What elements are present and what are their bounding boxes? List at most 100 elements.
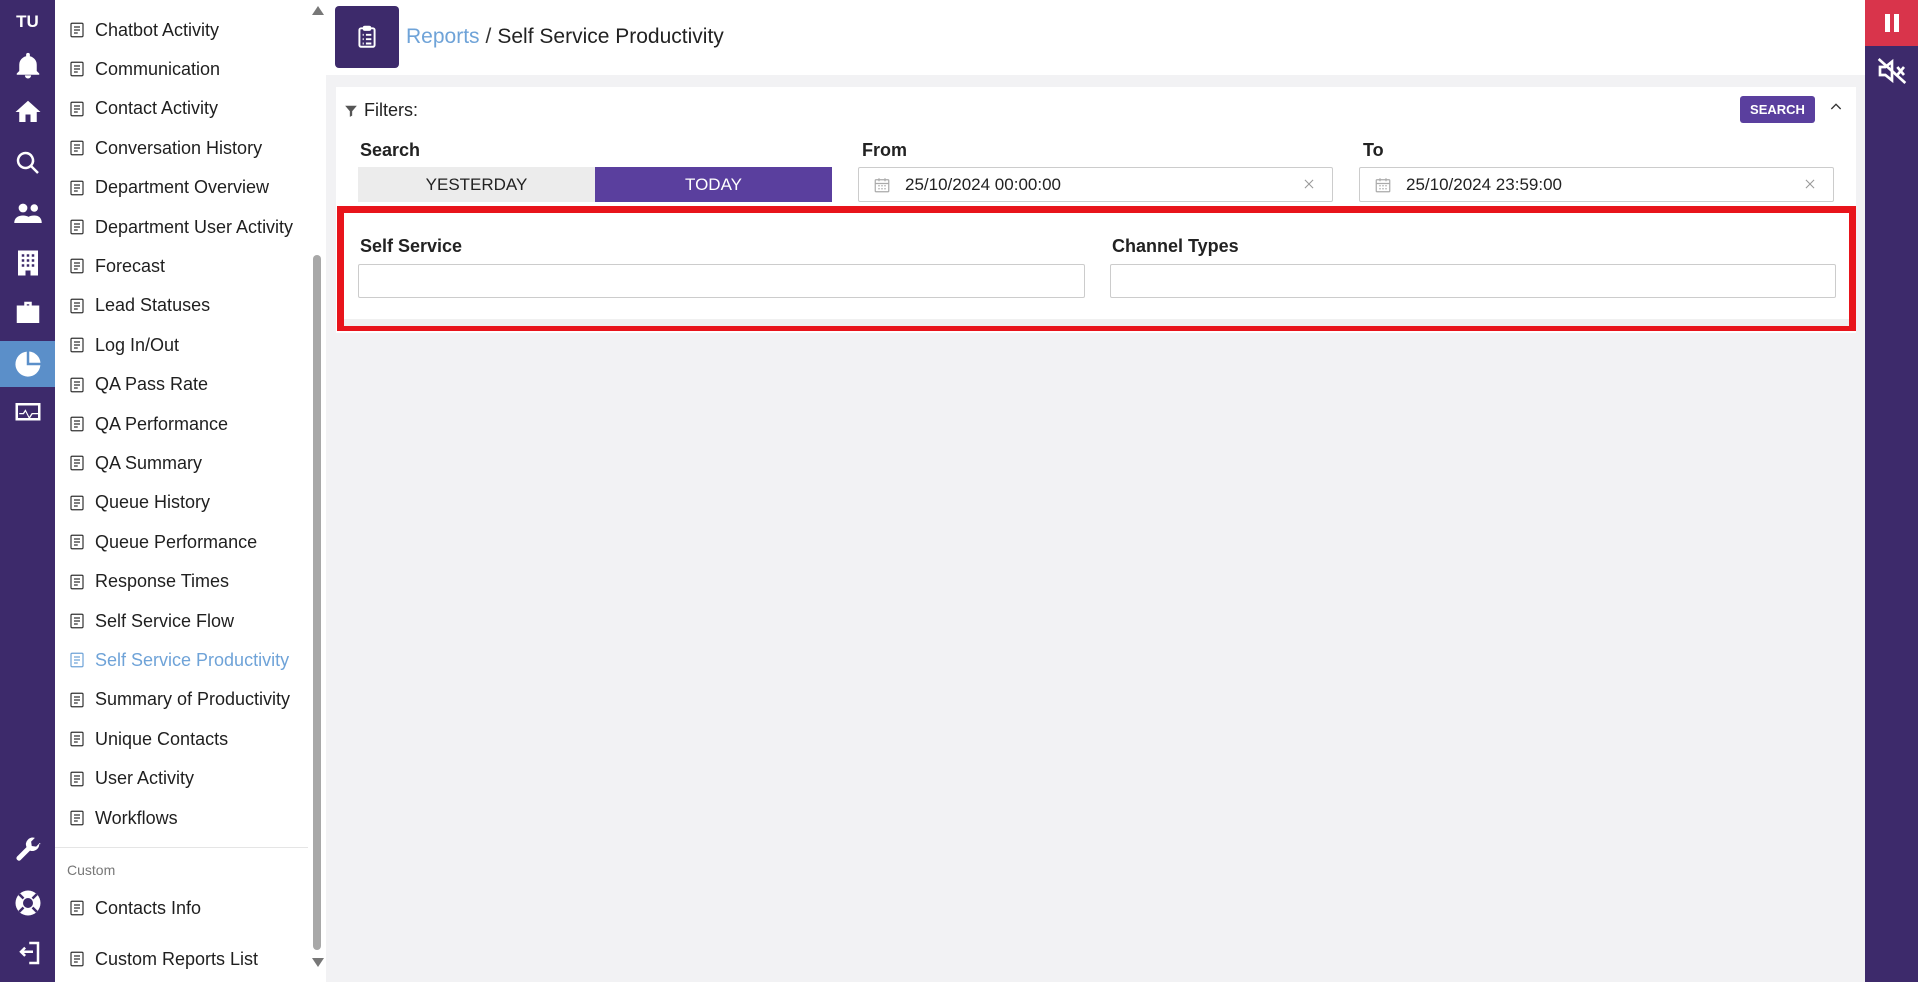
sidebar-item[interactable]: Unique Contacts	[55, 721, 308, 757]
sidebar-item-label: Workflows	[95, 807, 178, 828]
search-button[interactable]: SEARCH	[1740, 96, 1815, 123]
scroll-down-arrow-icon[interactable]	[312, 958, 324, 967]
sidebar-item-label: Lead Statuses	[95, 295, 211, 316]
sidebar-item[interactable]: Conversation History	[55, 130, 308, 166]
gauge-icon	[67, 532, 87, 552]
custom-section-label: Custom	[67, 862, 116, 878]
home-icon[interactable]	[0, 89, 55, 135]
mute-icon[interactable]	[1865, 48, 1918, 94]
sidebar-item-label: Contacts Info	[95, 897, 202, 918]
communication-icon	[67, 59, 87, 79]
building-icon[interactable]	[0, 240, 55, 286]
breadcrumb: Reports / Self Service Productivity	[406, 25, 724, 49]
sidebar-item-label: Custom Reports List	[95, 948, 259, 969]
sidebar-item-label: QA Summary	[95, 452, 203, 473]
yesterday-button[interactable]: YESTERDAY	[358, 167, 595, 202]
sidebar-item[interactable]: Queue Performance	[55, 524, 308, 560]
support-icon[interactable]	[0, 880, 55, 926]
to-date-field[interactable]: 25/10/2024 23:59:00	[1359, 167, 1834, 202]
search-icon[interactable]	[0, 140, 55, 186]
robot-desk-icon	[67, 650, 87, 670]
filter-icon	[345, 105, 357, 117]
sidebar-item-label: Conversation History	[95, 137, 263, 158]
self-service-label: Self Service	[360, 236, 463, 256]
clipboard-icon	[335, 6, 399, 68]
channel-types-label: Channel Types	[1112, 236, 1239, 256]
document-list-icon	[67, 453, 87, 473]
sidebar-item[interactable]: Log In/Out	[55, 327, 308, 363]
sidebar-item-label: User Activity	[95, 768, 195, 789]
self-service-select[interactable]	[358, 264, 1085, 298]
sidebar-item[interactable]: Department User Activity	[55, 209, 308, 245]
sidebar-item[interactable]: Department Overview	[55, 170, 308, 206]
sidebar-item[interactable]: Self Service Flow	[55, 603, 308, 639]
sidebar-item-label: QA Pass Rate	[95, 374, 209, 395]
sidebar-item[interactable]: Forecast	[55, 248, 308, 284]
contact-icon	[67, 99, 87, 119]
sidebar-item[interactable]: Self Service Productivity	[55, 642, 308, 678]
stopwatch-icon	[67, 572, 87, 592]
forecast-icon	[67, 256, 87, 276]
sidebar-item[interactable]: Contact Activity	[55, 91, 308, 127]
briefcase-icon[interactable]	[0, 290, 55, 336]
divider	[344, 319, 1849, 326]
sidebar-item[interactable]: Chatbot Activity	[55, 12, 308, 48]
sidebar-item-label: Response Times	[95, 571, 230, 592]
sigma-icon	[67, 20, 87, 40]
user-chart-icon	[67, 769, 87, 789]
sidebar-item[interactable]: QA Summary	[55, 445, 308, 481]
from-date-field[interactable]: 25/10/2024 00:00:00	[858, 167, 1333, 202]
wrench-icon[interactable]	[0, 828, 55, 874]
sidebar-scrollbar[interactable]	[308, 0, 326, 982]
logout-icon[interactable]	[0, 930, 55, 976]
sidebar-item[interactable]: Workflows	[55, 800, 308, 836]
user-initials[interactable]: TU	[0, 12, 55, 32]
to-date-value: 25/10/2024 23:59:00	[1406, 174, 1562, 194]
sidebar-item-label: Contact Activity	[95, 98, 219, 119]
channel-types-select[interactable]	[1110, 264, 1836, 298]
icon-rail: TU	[0, 0, 55, 982]
sidebar-item-label: Unique Contacts	[95, 728, 229, 749]
contact-card-icon	[67, 898, 87, 918]
sidebar-item[interactable]: Lead Statuses	[55, 288, 308, 324]
users-icon[interactable]	[0, 190, 55, 236]
sidebar-item-label: Chatbot Activity	[95, 19, 220, 40]
paper-plane-icon	[67, 808, 87, 828]
clear-from-icon[interactable]	[1302, 176, 1320, 194]
scrollbar-thumb[interactable]	[313, 255, 321, 950]
sidebar-item-label: Queue Performance	[95, 531, 258, 552]
from-label: From	[862, 140, 907, 160]
bell-icon[interactable]	[0, 43, 55, 89]
sidebar-item[interactable]: Contacts Info	[55, 890, 308, 926]
department-icon	[67, 178, 87, 198]
scroll-up-arrow-icon[interactable]	[312, 6, 324, 15]
sidebar-item[interactable]: Custom Reports List	[55, 941, 308, 977]
sidebar-item[interactable]: QA Performance	[55, 406, 308, 442]
collapse-chevron-up-icon[interactable]	[1826, 97, 1846, 117]
robot-icon	[67, 611, 87, 631]
highlighted-filter-row: Self Service Channel Types	[337, 206, 1856, 331]
monitor-icon[interactable]	[0, 390, 55, 436]
sidebar-item[interactable]: Summary of Productivity	[55, 682, 308, 718]
watch-icon	[67, 493, 87, 513]
filters-title-text: Filters:	[364, 100, 418, 120]
today-button[interactable]: TODAY	[595, 167, 832, 202]
pause-icon[interactable]	[1865, 0, 1918, 46]
reports-icon[interactable]	[0, 341, 55, 387]
search-label: Search	[360, 140, 421, 160]
login-icon	[67, 335, 87, 355]
sidebar-item-label: Self Service Productivity	[95, 649, 290, 670]
breadcrumb-separator: /	[485, 25, 492, 48]
sidebar-item-label: Department User Activity	[95, 216, 294, 237]
page-title: Self Service Productivity	[497, 25, 724, 48]
sidebar-item[interactable]: Queue History	[55, 485, 308, 521]
breadcrumb-reports-link[interactable]: Reports	[406, 25, 480, 48]
sidebar: Chatbot Activity Communication Contact Act…	[55, 0, 326, 982]
sidebar-item[interactable]: User Activity	[55, 761, 308, 797]
sidebar-item[interactable]: Response Times	[55, 564, 308, 600]
sidebar-item[interactable]: Communication	[55, 51, 308, 87]
right-rail	[1865, 0, 1918, 982]
filters-title: Filters:	[344, 100, 418, 121]
clear-to-icon[interactable]	[1803, 176, 1821, 194]
sidebar-item[interactable]: QA Pass Rate	[55, 367, 308, 403]
